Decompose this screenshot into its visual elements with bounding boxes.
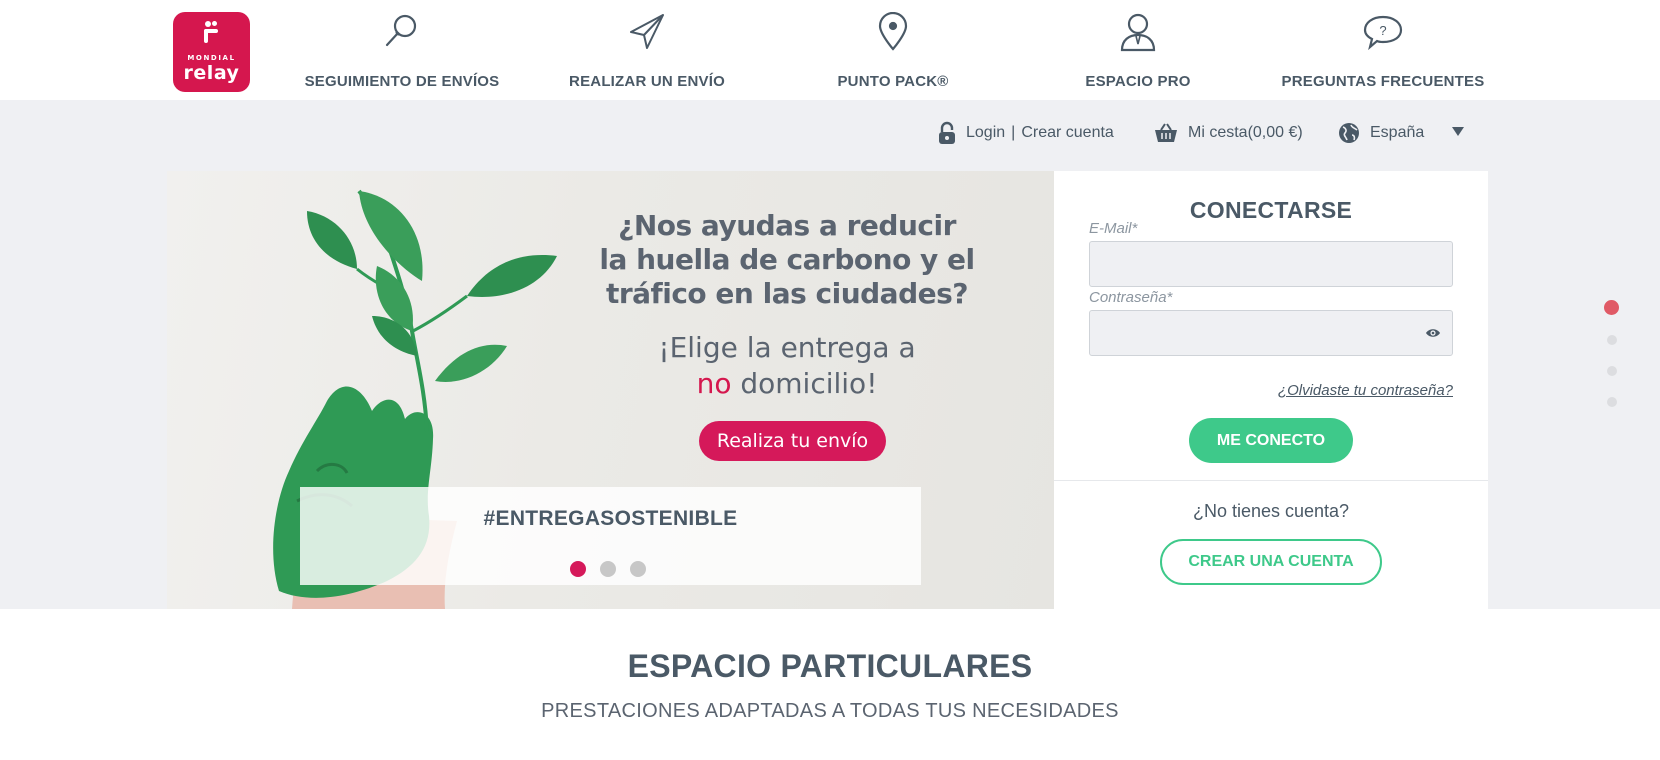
login-links: Login | Crear cuenta	[938, 118, 1114, 148]
slider-dot-2[interactable]	[600, 561, 616, 577]
create-account-link[interactable]: Crear cuenta	[1021, 124, 1114, 142]
hero-send-button[interactable]: Realiza tu envío	[699, 421, 886, 461]
hero-title-line: la huella de carbono y el	[599, 243, 975, 276]
section-dot-3[interactable]	[1607, 366, 1617, 376]
section-dot-4[interactable]	[1607, 397, 1617, 407]
login-separator: |	[1011, 124, 1016, 141]
mondial-relay-logo[interactable]: MONDIAL relay	[173, 12, 250, 92]
hero-slider: ¿Nos ayudas a reducir la huella de carbo…	[167, 171, 1054, 609]
hero-subtitle-line: no domicilio!	[587, 366, 987, 402]
nav-item-punto-pack[interactable]: PUNTO PACK®	[778, 0, 1008, 100]
logo-text-small: MONDIAL	[187, 54, 236, 62]
login-submit-button[interactable]: ME CONECTO	[1189, 418, 1353, 463]
logo-mark-icon	[203, 21, 219, 43]
slider-dots	[570, 561, 646, 577]
slider-dot-3[interactable]	[630, 561, 646, 577]
section-dot-2[interactable]	[1607, 335, 1617, 345]
nav-item-label: PUNTO PACK®	[837, 73, 949, 90]
nav-item-send[interactable]: REALIZAR UN ENVÍO	[532, 0, 762, 100]
cart-label: Mi cesta(0,00 €)	[1188, 124, 1303, 141]
nav-item-espacio-pro[interactable]: ESPACIO PRO	[1023, 0, 1253, 100]
nav-item-tracking[interactable]: SEGUIMIENTO DE ENVÍOS	[287, 0, 517, 100]
map-pin-icon	[878, 12, 908, 51]
hero-subtitle-rest: domicilio!	[731, 367, 878, 400]
email-field[interactable]	[1089, 241, 1453, 287]
login-link[interactable]: Login	[966, 124, 1005, 142]
hero-highlight-word: no	[696, 367, 732, 400]
globe-icon	[1339, 123, 1359, 143]
paper-plane-icon	[630, 14, 664, 49]
section-dot-1[interactable]	[1604, 300, 1619, 315]
svg-text:?: ?	[1379, 23, 1386, 38]
nav-item-faq[interactable]: ? PREGUNTAS FRECUENTES	[1268, 0, 1498, 100]
hashtag-text: #ENTREGASOSTENIBLE	[483, 507, 738, 530]
section-subtitle: PRESTACIONES ADAPTADAS A TODAS TUS NECES…	[541, 700, 1119, 722]
nav-item-label: SEGUIMIENTO DE ENVÍOS	[304, 73, 500, 90]
nav-item-label: PREGUNTAS FRECUENTES	[1281, 73, 1485, 90]
country-label: España	[1370, 124, 1425, 141]
login-panel: CONECTARSE E-Mail* Contraseña* ¿Olvidast…	[1054, 171, 1488, 609]
hero-subtitle: ¡Elige la entrega a no domicilio!	[587, 330, 987, 402]
create-account-button[interactable]: CREAR UNA CUENTA	[1160, 539, 1382, 585]
padlock-icon	[939, 121, 955, 144]
section-nav-dots	[1604, 300, 1619, 410]
basket-icon	[1155, 123, 1177, 142]
top-navigation: MONDIAL relay SEGUIMIENTO DE ENVÍOS REAL…	[0, 0, 1660, 100]
hashtag-box: #ENTREGASOSTENIBLE	[300, 487, 921, 585]
user-icon	[1120, 13, 1156, 52]
section-title: ESPACIO PARTICULARES	[627, 648, 1033, 684]
nav-item-label: ESPACIO PRO	[1085, 73, 1191, 90]
email-label: E-Mail*	[1089, 220, 1138, 237]
hero-title-line: ¿Nos ayudas a reducir	[618, 209, 956, 242]
hero-title: ¿Nos ayudas a reducir la huella de carbo…	[587, 209, 987, 311]
country-selector[interactable]: España	[1338, 118, 1424, 148]
password-field[interactable]	[1089, 310, 1453, 356]
eye-icon[interactable]	[1425, 327, 1441, 339]
logo-text-big: relay	[183, 62, 240, 84]
slider-dot-1[interactable]	[570, 561, 586, 577]
search-icon	[385, 14, 417, 47]
chevron-down-icon[interactable]	[1452, 127, 1464, 136]
panel-divider	[1054, 480, 1488, 481]
hero-title-line: tráfico en las ciudades?	[605, 277, 969, 310]
forgot-password-link[interactable]: ¿Olvidaste tu contraseña?	[1054, 382, 1453, 399]
question-bubble-icon: ?	[1363, 15, 1403, 51]
no-account-text: ¿No tienes cuenta?	[1192, 501, 1350, 521]
hero-subtitle-line: ¡Elige la entrega a	[658, 331, 916, 364]
password-label: Contraseña*	[1089, 289, 1173, 306]
nav-item-label: REALIZAR UN ENVÍO	[569, 73, 725, 90]
cart-link[interactable]: Mi cesta(0,00 €)	[1154, 118, 1303, 148]
